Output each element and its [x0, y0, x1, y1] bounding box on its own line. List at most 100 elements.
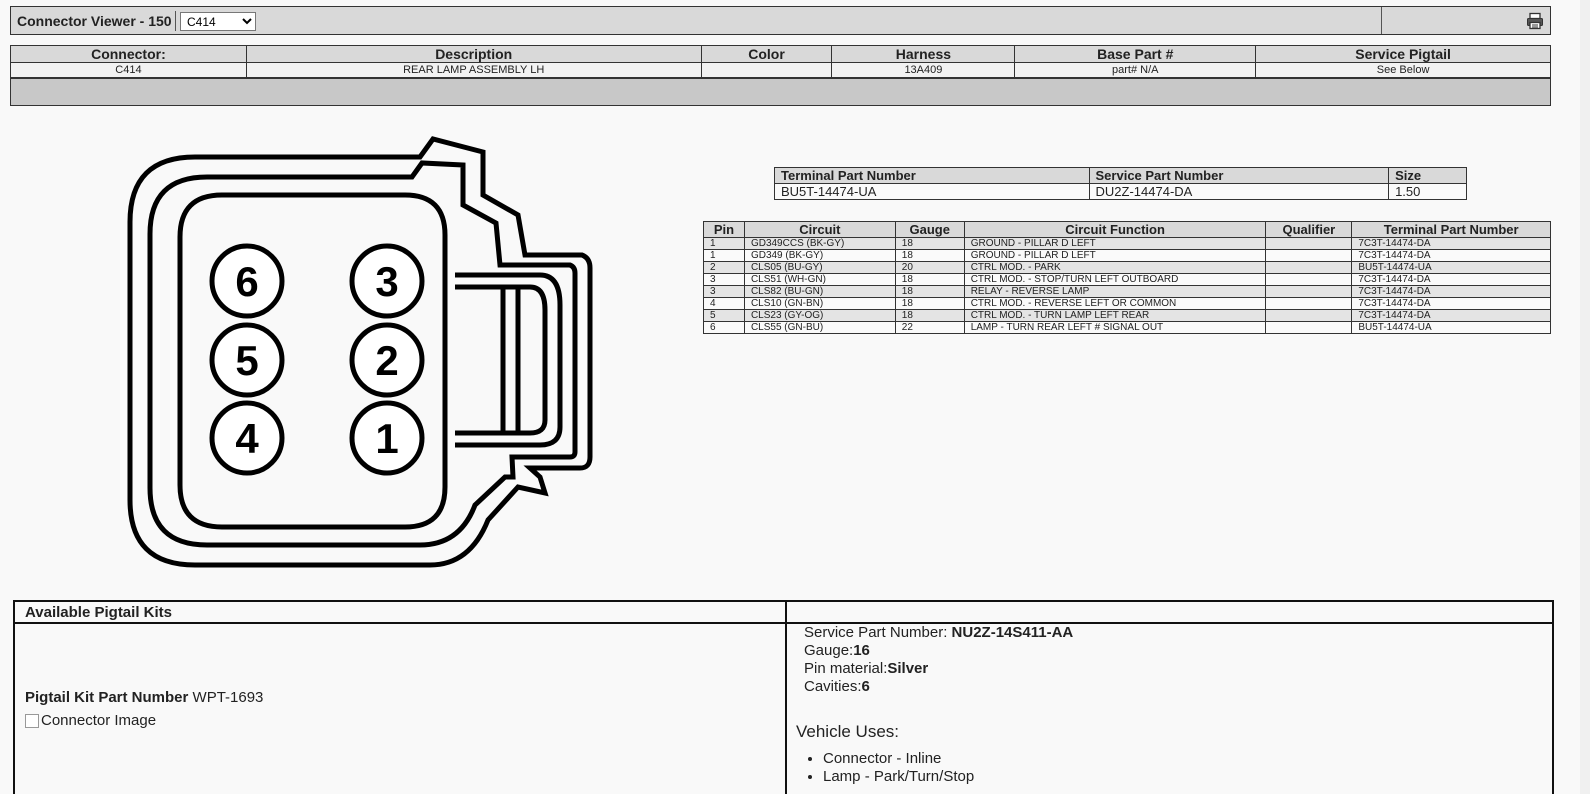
pigtail-kits-header-empty: [787, 602, 1552, 624]
circuit-function-cell: CTRL MOD. - TURN LAMP LEFT REAR: [963, 309, 1267, 322]
gauge-cell: 20: [894, 261, 965, 274]
harness-cell: 13A409: [831, 62, 1016, 78]
broken-image-icon: [25, 713, 39, 728]
gauge-cell: 18: [894, 273, 965, 286]
column-header: Gauge: [894, 221, 965, 238]
qualifier-cell: [1265, 237, 1353, 250]
pin-cell: 3: [703, 273, 745, 286]
table-header-row: Pin Circuit Gauge Circuit Function Quali…: [703, 221, 1551, 238]
cavities: Cavities:6: [804, 678, 870, 696]
column-header: Service Pigtail: [1255, 45, 1551, 63]
circuit-cell: GD349CCS (BK-GY): [743, 237, 896, 250]
vehicle-uses-list: Connector - Inline Lamp - Park/Turn/Stop: [807, 750, 974, 786]
spec-label: Cavities:: [804, 678, 862, 695]
pin-circuit-table: Pin Circuit Gauge Circuit Function Quali…: [703, 221, 1551, 334]
pigtail-kits-panel: Available Pigtail Kits Pigtail Kit Part …: [13, 600, 1554, 794]
base-part-cell: part# N/A: [1014, 62, 1257, 78]
gauge: Gauge:16: [804, 642, 870, 660]
column-header: Qualifier: [1265, 221, 1353, 238]
connector-cell: C414: [10, 62, 247, 78]
terminal-part-cell: 7C3T-14474-DA: [1351, 297, 1551, 310]
gauge-cell: 22: [894, 321, 965, 334]
pin-cell: 2: [703, 261, 745, 274]
pin-cell: 4: [703, 297, 745, 310]
table-row: 3 CLS82 (BU-GN) 18 RELAY - REVERSE LAMP 7C3T…: [703, 285, 1551, 298]
terminal-part-cell: BU5T-14474-UA: [1351, 261, 1551, 274]
table-header-row: Terminal Part Number Service Part Number…: [774, 167, 1467, 184]
column-header: Base Part #: [1014, 45, 1257, 63]
connector-viewer-toolbar: Connector Viewer - 150 C414: [10, 6, 1551, 35]
circuit-function-cell: CTRL MOD. - STOP/TURN LEFT OUTBOARD: [963, 273, 1267, 286]
qualifier-cell: [1265, 261, 1353, 274]
gauge-cell: 18: [894, 297, 965, 310]
pin-label: 4: [235, 415, 259, 462]
toolbar-divider: [1381, 7, 1382, 34]
circuit-cell: GD349 (BK-GY): [743, 249, 896, 262]
pin-material: Pin material:Silver: [804, 660, 928, 678]
column-header: Service Part Number: [1088, 167, 1390, 184]
spec-label: Gauge:: [804, 642, 854, 659]
pigtail-kit-label: Pigtail Kit Part Number: [25, 689, 189, 706]
service-part-number: Service Part Number: NU2Z-14S411-AA: [804, 624, 1073, 642]
color-cell: [700, 62, 833, 78]
circuit-function-cell: LAMP - TURN REAR LEFT # SIGNAL OUT: [963, 321, 1267, 334]
gauge-cell: 18: [894, 237, 965, 250]
page-title: Connector Viewer - 150: [17, 13, 172, 29]
pin-label: 1: [375, 415, 398, 462]
column-header: Pin: [703, 221, 745, 238]
vehicle-uses-title: Vehicle Uses:: [796, 722, 899, 741]
column-header: Circuit Function: [963, 221, 1267, 238]
table-row: 3 CLS51 (WH-GN) 18 CTRL MOD. - STOP/TURN LE…: [703, 273, 1551, 286]
pin-cell: 5: [703, 309, 745, 322]
terminal-part-cell: 7C3T-14474-DA: [1351, 249, 1551, 262]
connector-image: Connector Image: [25, 712, 156, 729]
table-header-row: Connector: Description Color Harness Bas…: [10, 45, 1551, 63]
qualifier-cell: [1265, 249, 1353, 262]
list-item: Connector - Inline: [823, 750, 974, 768]
terminal-part-cell: 7C3T-14474-DA: [1351, 309, 1551, 322]
terminal-part-cell: 7C3T-14474-DA: [1351, 285, 1551, 298]
column-header: Description: [245, 45, 702, 63]
circuit-cell: CLS51 (WH-GN): [743, 273, 896, 286]
gauge-cell: 18: [894, 285, 965, 298]
column-header: Circuit: [743, 221, 896, 238]
connector-select[interactable]: C414: [180, 12, 256, 31]
column-header: Color: [700, 45, 833, 63]
pigtail-kits-header: Available Pigtail Kits: [15, 602, 787, 624]
table-row: 1 GD349 (BK-GY) 18 GROUND - PILLAR D LEFT 7C…: [703, 249, 1551, 262]
terminal-part-cell: BU5T-14474-UA: [1351, 321, 1551, 334]
pin-label: 6: [235, 258, 258, 305]
gauge-cell: 18: [894, 249, 965, 262]
table-row: 6 CLS55 (GN-BU) 22 LAMP - TURN REAR LEFT # …: [703, 321, 1551, 334]
pin-label: 5: [235, 337, 258, 384]
pigtail-details-cell: Service Part Number: NU2Z-14S411-AA Gaug…: [787, 624, 1552, 794]
column-header: Size: [1388, 167, 1467, 184]
gauge-cell: 18: [894, 309, 965, 322]
toolbar-divider: [175, 11, 176, 31]
circuit-function-cell: CTRL MOD. - REVERSE LEFT OR COMMON: [963, 297, 1267, 310]
pigtail-kit-part-number: Pigtail Kit Part Number WPT-1693: [25, 689, 263, 706]
pin-label: 3: [375, 258, 398, 305]
pin-cell: 1: [703, 249, 745, 262]
connector-face-diagram: 6 3 5 2 4 1: [127, 136, 593, 568]
column-header: Connector:: [10, 45, 247, 63]
section-title: Available Pigtail Kits: [25, 604, 172, 621]
list-item: Lamp - Park/Turn/Stop: [823, 768, 974, 786]
circuit-function-cell: CTRL MOD. - PARK: [963, 261, 1267, 274]
printer-icon[interactable]: [1526, 12, 1544, 30]
terminal-part-cell: 7C3T-14474-DA: [1351, 237, 1551, 250]
column-header: Terminal Part Number: [774, 167, 1090, 184]
circuit-cell: CLS82 (BU-GN): [743, 285, 896, 298]
circuit-function-cell: RELAY - REVERSE LAMP: [963, 285, 1267, 298]
service-pigtail-cell: See Below: [1255, 62, 1551, 78]
spec-value: 6: [861, 678, 870, 695]
circuit-cell: CLS23 (GY-OG): [743, 309, 896, 322]
column-header: Terminal Part Number: [1351, 221, 1551, 238]
table-row: 4 CLS10 (GN-BN) 18 CTRL MOD. - REVERSE LEFT…: [703, 297, 1551, 310]
terminal-part-cell: 7C3T-14474-DA: [1351, 273, 1551, 286]
qualifier-cell: [1265, 321, 1353, 334]
spec-value: NU2Z-14S411-AA: [951, 624, 1074, 641]
spec-label: Service Part Number:: [804, 624, 952, 641]
scrollbar[interactable]: [1580, 0, 1590, 794]
pigtail-kit-value: WPT-1693: [192, 689, 264, 706]
